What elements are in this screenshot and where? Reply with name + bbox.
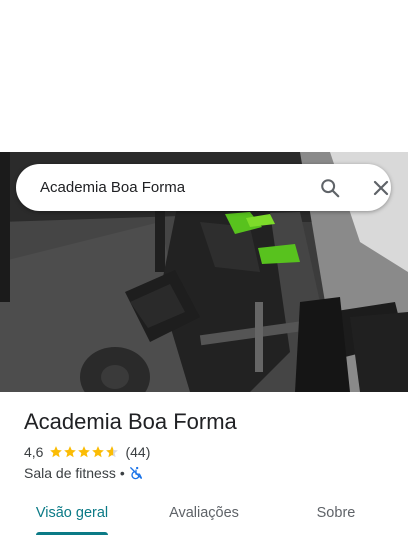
search-icon[interactable]	[319, 177, 341, 199]
rating-value: 4,6	[24, 444, 44, 460]
star-icon	[50, 446, 63, 458]
separator-dot: •	[119, 465, 125, 481]
tab-reviews[interactable]: Avaliações	[156, 492, 252, 536]
search-input[interactable]: Academia Boa Forma	[40, 164, 185, 211]
star-half-icon	[106, 446, 119, 458]
active-tab-indicator	[36, 532, 108, 535]
star-icon	[78, 446, 91, 458]
search-box[interactable]: Academia Boa Forma	[16, 164, 391, 211]
category-row: Sala de fitness •	[24, 463, 143, 483]
star-icon	[64, 446, 77, 458]
close-icon[interactable]	[372, 179, 390, 197]
tab-overview[interactable]: Visão geral	[24, 492, 120, 536]
place-panel: Academia Boa Forma Academia Boa Forma 4,…	[0, 0, 408, 544]
rating-row[interactable]: 4,6 (44)	[24, 442, 150, 462]
review-count[interactable]: (44)	[125, 444, 150, 460]
place-title: Academia Boa Forma	[24, 409, 237, 434]
wheelchair-not-accessible-icon[interactable]	[129, 466, 143, 480]
category-label[interactable]: Sala de fitness	[24, 465, 116, 481]
tab-about[interactable]: Sobre	[288, 492, 384, 536]
place-tabs: Visão geral Avaliações Sobre	[0, 492, 408, 544]
star-icon	[92, 446, 105, 458]
star-rating	[49, 445, 119, 459]
